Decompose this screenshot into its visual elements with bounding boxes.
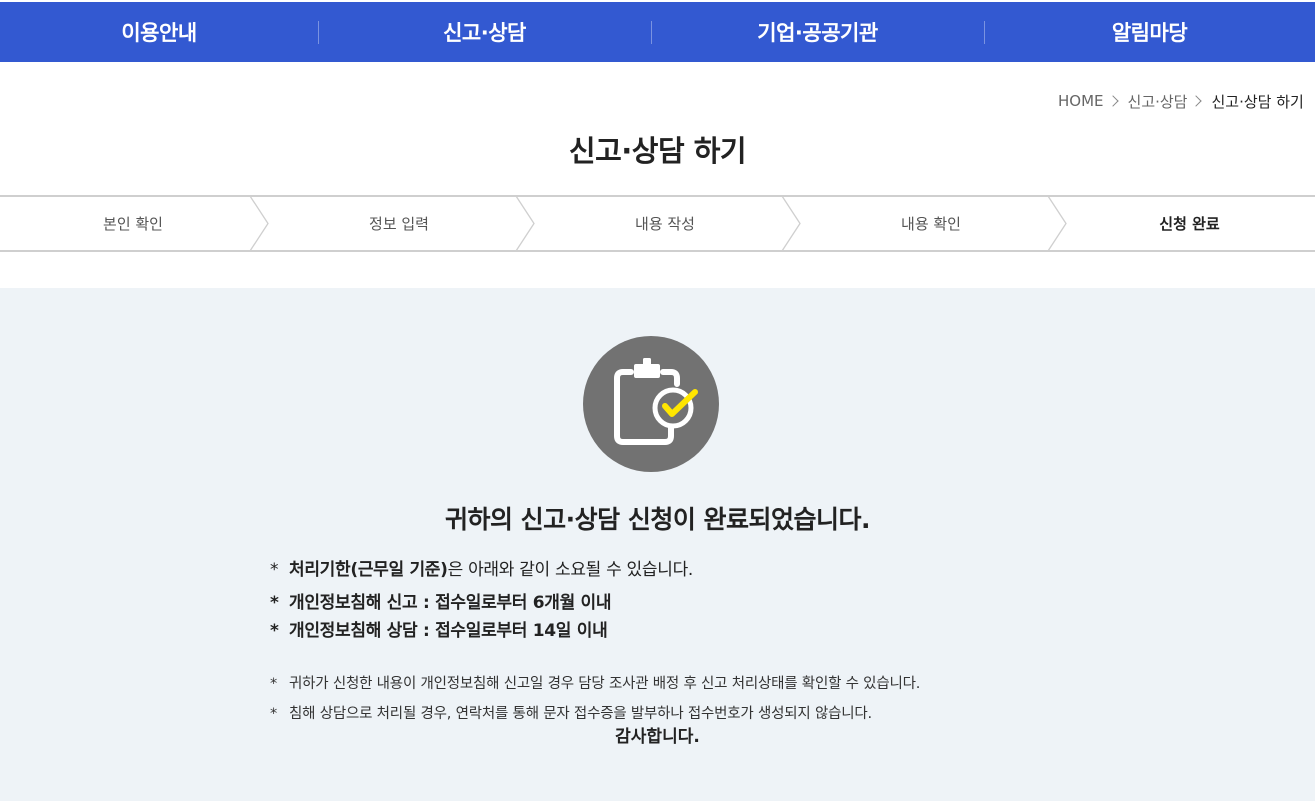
nav-item-label: 알림마당 — [1111, 21, 1188, 45]
notice-rest: 은 아래와 같이 소요될 수 있습니다. — [447, 560, 694, 580]
nav-item-business-public[interactable]: 기업·공공기관 — [651, 2, 984, 62]
nav-item-label: 이용안내 — [121, 21, 197, 45]
notice-lead: 처리기한(근무일 기준) — [289, 560, 448, 580]
completion-panel: 귀하의 신고·상담 신청이 완료되었습니다. * 처리기한(근무일 기준)은 아… — [0, 288, 1315, 801]
step-label: 내용 작성 — [635, 215, 695, 233]
deadline-report-line: * 개인정보침해 신고 : 접수일로부터 6개월 이내 — [270, 589, 1070, 617]
bullet-star: * — [270, 621, 279, 641]
bullet-star: * — [270, 560, 279, 580]
step-info-input: 정보 입력 — [266, 196, 535, 251]
nav-item-label: 기업·공공기관 — [757, 21, 878, 45]
bullet-star: * — [270, 593, 279, 613]
processing-notes: * 처리기한(근무일 기준)은 아래와 같이 소요될 수 있습니다. * 개인정… — [270, 556, 1070, 729]
step-content-review: 내용 확인 — [798, 196, 1067, 251]
step-identity-check: 본인 확인 — [0, 196, 269, 251]
top-navigation: 이용안내 신고·상담 기업·공공기관 알림마당 — [0, 2, 1315, 62]
clipboard-check-icon — [583, 336, 719, 472]
deadline-consult: 개인정보침해 상담 : 접수일로부터 14일 이내 — [289, 621, 608, 641]
chevron-right-icon — [1106, 95, 1119, 107]
completion-message: 귀하의 신고·상담 신청이 완료되었습니다. — [444, 505, 871, 534]
breadcrumb-home[interactable]: HOME — [1058, 92, 1104, 110]
step-label: 내용 확인 — [901, 215, 961, 233]
notice-line: * 처리기한(근무일 기준)은 아래와 같이 소요될 수 있습니다. — [270, 556, 1070, 584]
step-content-write: 내용 작성 — [532, 196, 801, 251]
breadcrumb-report-consult[interactable]: 신고·상담 — [1128, 91, 1188, 112]
step-complete: 신청 완료 — [1064, 197, 1315, 250]
page-title: 신고·상담 하기 — [568, 134, 747, 168]
breadcrumb: HOME 신고·상담 신고·상담 하기 — [1058, 90, 1315, 112]
chevron-right-icon — [1190, 95, 1203, 107]
progress-steps: 본인 확인 정보 입력 내용 작성 내용 확인 신청 완료 — [0, 195, 1315, 252]
deadline-consult-line: * 개인정보침해 상담 : 접수일로부터 14일 이내 — [270, 617, 1070, 645]
deadline-report: 개인정보침해 신고 : 접수일로부터 6개월 이내 — [289, 593, 612, 613]
bullet-star: * — [270, 676, 278, 692]
nav-item-label: 신고·상담 — [443, 21, 526, 45]
step-label: 신청 완료 — [1159, 215, 1220, 233]
note-investigator: 귀하가 신청한 내용이 개인정보침해 신고일 경우 담당 조사관 배정 후 신고… — [289, 676, 921, 692]
note-line: * 귀하가 신청한 내용이 개인정보침해 신고일 경우 담당 조사관 배정 후 … — [270, 669, 1070, 699]
breadcrumb-current: 신고·상담 하기 — [1211, 92, 1304, 111]
step-label: 본인 확인 — [103, 215, 163, 233]
nav-item-guide[interactable]: 이용안내 — [0, 2, 318, 62]
step-label: 정보 입력 — [369, 215, 429, 233]
nav-item-notices[interactable]: 알림마당 — [984, 2, 1315, 62]
nav-item-report-consult[interactable]: 신고·상담 — [318, 2, 651, 62]
thanks-text: 감사합니다. — [615, 727, 700, 747]
